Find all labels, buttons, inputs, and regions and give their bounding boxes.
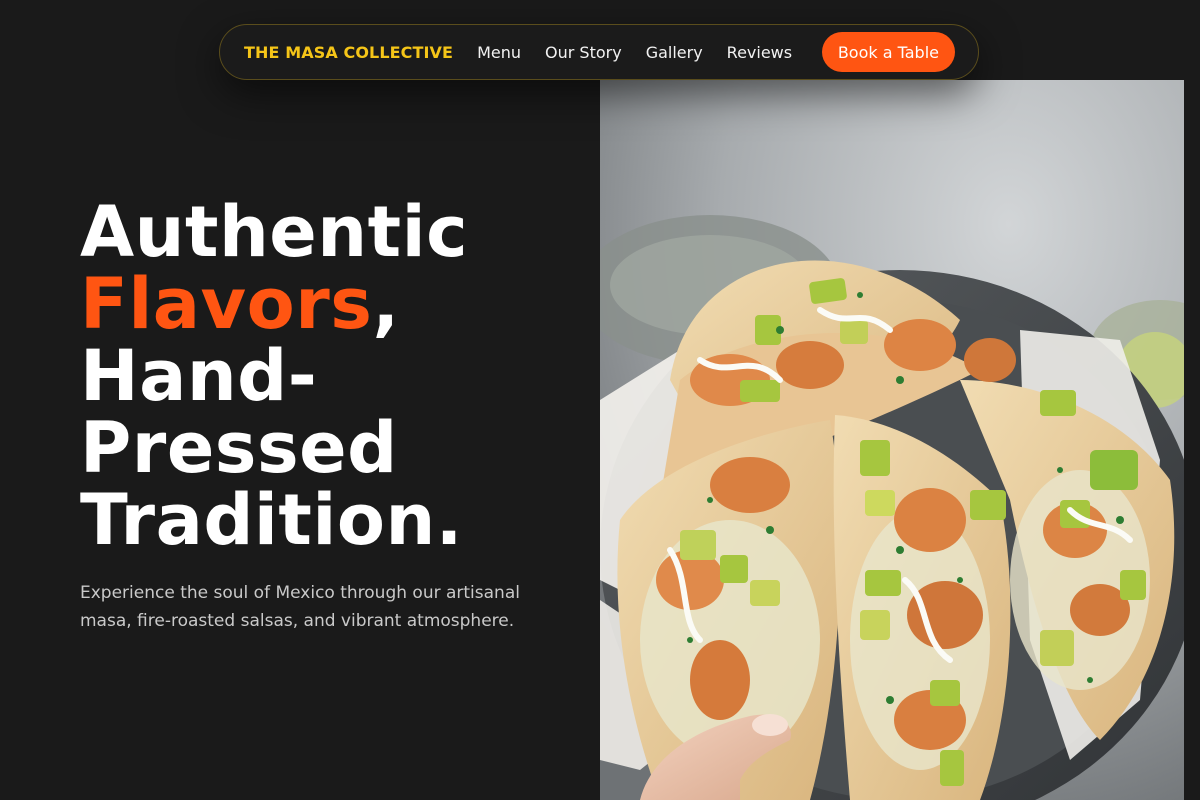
hero-accent-word: Flavors: [80, 263, 373, 345]
tacos-illustration: [600, 80, 1184, 800]
top-nav: THE MASA COLLECTIVE Menu Our Story Galle…: [219, 24, 979, 80]
hero-line-3: Hand-: [80, 335, 318, 417]
hero-subtitle: Experience the soul of Mexico through ou…: [80, 583, 520, 631]
book-table-button[interactable]: Book a Table: [821, 32, 955, 72]
nav-link-gallery[interactable]: Gallery: [646, 43, 703, 62]
nav-link-reviews[interactable]: Reviews: [727, 43, 792, 62]
hero-line-2: Flavors,: [80, 268, 468, 340]
nav-link-menu[interactable]: Menu: [477, 43, 521, 62]
hero-line-4: Pressed: [80, 407, 398, 489]
hero-line-5: Tradition.: [80, 479, 463, 561]
brand-logo[interactable]: THE MASA COLLECTIVE: [244, 43, 453, 62]
hero-food-image: [600, 80, 1184, 800]
hero-comma: ,: [372, 263, 400, 345]
fingernail: [752, 714, 788, 736]
nav-link-our-story[interactable]: Our Story: [545, 43, 622, 62]
page: THE MASA COLLECTIVE Menu Our Story Galle…: [0, 0, 1200, 800]
hero-line-1: Authentic: [80, 191, 469, 273]
hero-headline: Authentic Flavors, Hand- Pressed Traditi…: [80, 196, 468, 556]
